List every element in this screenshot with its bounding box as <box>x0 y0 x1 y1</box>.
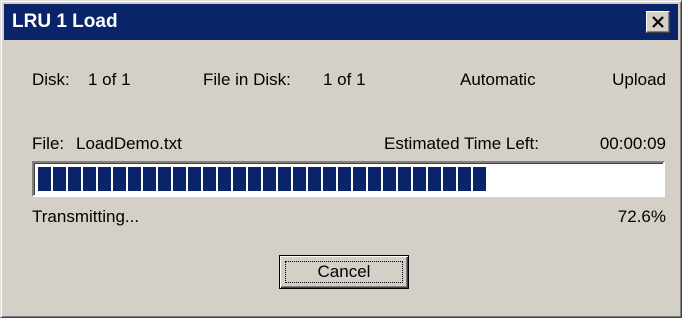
file-in-disk-label: File in Disk: <box>203 70 291 89</box>
progress-segment <box>263 167 276 191</box>
progress-segment <box>278 167 291 191</box>
cancel-button-label: Cancel <box>317 262 371 281</box>
progress-segment <box>428 167 441 191</box>
progress-segment <box>113 167 126 191</box>
progress-segment <box>98 167 111 191</box>
progress-segment <box>368 167 381 191</box>
progress-segment <box>338 167 351 191</box>
progress-segment <box>128 167 141 191</box>
progress-segment <box>173 167 186 191</box>
time-left-value: 00:00:09 <box>599 134 666 153</box>
disk-value: 1 of 1 <box>88 70 131 89</box>
progress-segment <box>83 167 96 191</box>
cancel-button[interactable]: Cancel <box>279 255 409 289</box>
title-bar[interactable]: LRU 1 Load <box>4 4 678 40</box>
progress-segment <box>218 167 231 191</box>
progress-segment <box>203 167 216 191</box>
progress-segment <box>323 167 336 191</box>
progress-segment <box>458 167 471 191</box>
progress-segment <box>473 167 486 191</box>
progress-segment <box>308 167 321 191</box>
progress-percent: 72.6% <box>617 207 666 226</box>
close-button[interactable] <box>646 11 670 33</box>
window-title: LRU 1 Load <box>12 11 118 32</box>
progress-segment <box>38 167 51 191</box>
progress-segment <box>188 167 201 191</box>
progress-segment <box>53 167 66 191</box>
progress-segment <box>143 167 156 191</box>
file-name: LoadDemo.txt <box>76 134 182 153</box>
disk-label: Disk: <box>32 70 70 89</box>
close-icon <box>652 16 664 28</box>
progress-segment <box>293 167 306 191</box>
lru-load-dialog: LRU 1 Load Disk: 1 of 1 File in Disk: 1 … <box>0 0 682 318</box>
progress-segment <box>233 167 246 191</box>
progress-segment <box>413 167 426 191</box>
direction-label: Upload <box>612 70 666 89</box>
progress-segment <box>353 167 366 191</box>
transfer-status: Transmitting... <box>32 207 140 226</box>
progress-segment <box>443 167 456 191</box>
progress-segment <box>383 167 396 191</box>
file-in-disk-value: 1 of 1 <box>323 70 366 89</box>
progress-bar <box>32 161 665 197</box>
file-label: File: <box>32 134 65 153</box>
progress-segment <box>68 167 81 191</box>
progress-segment <box>248 167 261 191</box>
mode-label: Automatic <box>460 70 536 89</box>
progress-fill <box>38 167 489 191</box>
progress-segment <box>158 167 171 191</box>
progress-segment <box>398 167 411 191</box>
time-left-label: Estimated Time Left: <box>384 134 539 153</box>
